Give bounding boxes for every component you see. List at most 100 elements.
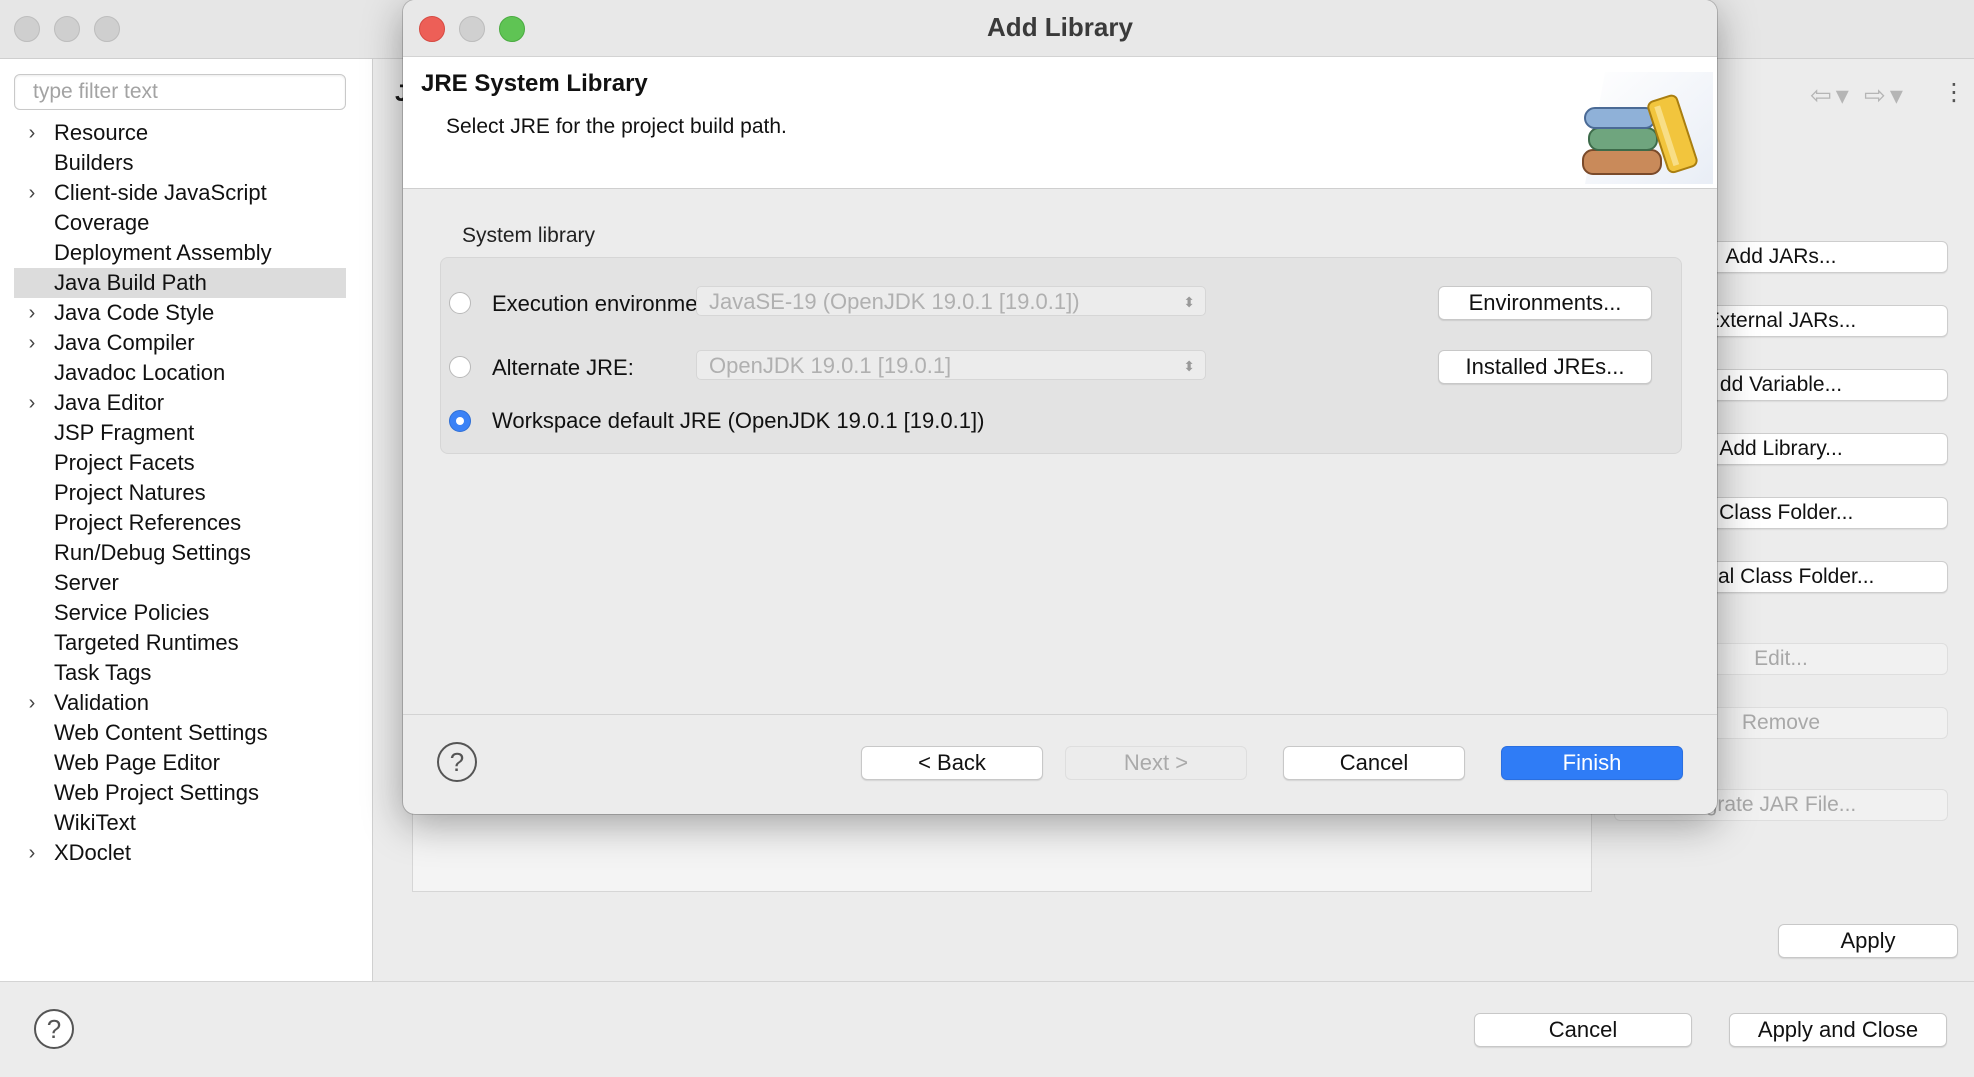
close-dialog-button[interactable] [419,16,445,42]
help-icon[interactable]: ? [34,1009,74,1049]
tree-item[interactable]: › Java Compiler [0,328,372,358]
tree-item-label: XDoclet [54,840,132,865]
tree-item-label: JSP Fragment [54,420,195,445]
tree-item[interactable]: Run/Debug Settings [0,538,372,568]
tree-item[interactable]: › Java Editor [0,388,372,418]
header-title: JRE System Library [421,70,648,97]
next-button[interactable]: Next > [1065,746,1247,780]
tree-item-label: Client-side JavaScript [54,180,267,205]
filter-field[interactable] [14,74,346,110]
tree-item[interactable]: Project Natures [0,478,372,508]
zoom-window-button[interactable] [94,16,120,42]
tree-item-label: Java Code Style [54,300,215,325]
installed-jres-button[interactable]: Installed JREs... [1438,350,1652,384]
close-window-button[interactable] [14,16,40,42]
tree-item[interactable]: › Validation [0,688,372,718]
tree-item[interactable]: Project References [0,508,372,538]
tree-item-label: Web Content Settings [54,720,268,745]
exec-env-value: JavaSE-19 (OpenJDK 19.0.1 [19.0.1]) [709,289,1080,314]
zoom-dialog-button[interactable] [499,16,525,42]
tree-item-label: Project References [54,510,242,535]
tree-item-label: Java Build Path [54,270,207,295]
chevron-right-icon[interactable]: › [22,328,42,358]
tree-item[interactable]: WikiText [0,808,372,838]
tree-item[interactable]: Web Project Settings [0,778,372,808]
tree-item-label: Server [54,570,119,595]
dialog-title: Add Library [987,12,1133,42]
tree-item-label: Java Editor [54,390,165,415]
footer-divider [403,714,1717,715]
apply-and-close-button[interactable]: Apply and Close [1729,1013,1947,1047]
exec-env-radio[interactable] [449,292,471,314]
back-button[interactable]: < Back [861,746,1043,780]
cancel-button[interactable]: Cancel [1283,746,1465,780]
tree-item[interactable]: › XDoclet [0,838,372,868]
tree-item-label: Validation [54,690,149,715]
tree-item[interactable]: › Resource [0,118,372,148]
tree-item[interactable]: Project Facets [0,448,372,478]
exec-env-select[interactable]: JavaSE-19 (OpenJDK 19.0.1 [19.0.1]) ⬍ [696,286,1206,316]
tree-item[interactable]: Server [0,568,372,598]
back-forward-arrows-icon[interactable]: ⇦▾ ⇨▾ [1810,80,1907,111]
minimize-window-button[interactable] [54,16,80,42]
dialog-titlebar: Add Library [403,0,1717,57]
alt-jre-select[interactable]: OpenJDK 19.0.1 [19.0.1] ⬍ [696,350,1206,380]
bottom-bar: ? Cancel Apply and Close [0,981,1974,1077]
finish-button[interactable]: Finish [1501,746,1683,780]
tree-item-label: Run/Debug Settings [54,540,251,565]
workspace-default-label: Workspace default JRE (OpenJDK 19.0.1 [1… [492,408,985,433]
tree-item[interactable]: › Java Code Style [0,298,372,328]
chevron-right-icon[interactable]: › [22,838,42,868]
environments-button[interactable]: Environments... [1438,286,1652,320]
stepper-icon: ⬍ [1183,358,1195,374]
alt-jre-radio[interactable] [449,356,471,378]
tree-item-label: Resource [54,120,149,145]
stepper-icon: ⬍ [1183,294,1195,310]
tree-item-label: Project Facets [54,450,195,475]
minimize-dialog-button[interactable] [459,16,485,42]
alt-jre-label: Alternate JRE: [492,355,634,380]
cancel-button[interactable]: Cancel [1474,1013,1692,1047]
add-library-dialog: Add Library JRE System Library Select JR… [403,0,1717,814]
menu-icon[interactable]: ⋮ [1942,78,1966,107]
chevron-right-icon[interactable]: › [22,298,42,328]
chevron-right-icon[interactable]: › [22,688,42,718]
tree-item[interactable]: Deployment Assembly [0,238,372,268]
tree-item[interactable]: Java Build Path [14,268,346,298]
exec-env-label: Execution environment: [492,291,722,316]
tree-item[interactable]: Service Policies [0,598,372,628]
help-icon[interactable]: ? [437,742,477,782]
tree-item-label: Service Policies [54,600,210,625]
alt-jre-value: OpenJDK 19.0.1 [19.0.1] [709,353,952,378]
tree-item-label: Web Project Settings [54,780,260,805]
tree-item-label: Web Page Editor [54,750,220,775]
tree-item-label: Builders [54,150,134,175]
workspace-default-radio[interactable] [449,410,471,432]
tree-item[interactable]: Task Tags [0,658,372,688]
tree-item[interactable]: Coverage [0,208,372,238]
tree-item[interactable]: JSP Fragment [0,418,372,448]
tree-item-label: Deployment Assembly [54,240,272,265]
property-tree: › Resource Builders › Client-side JavaScript… [0,118,372,868]
tree-item-label: WikiText [54,810,136,835]
tree-item-label: Java Compiler [54,330,195,355]
tree-item[interactable]: Javadoc Location [0,358,372,388]
chevron-right-icon[interactable]: › [22,178,42,208]
header-subtitle: Select JRE for the project build path. [446,115,787,138]
tree-item-label: Coverage [54,210,150,235]
chevron-right-icon[interactable]: › [22,388,42,418]
tree-item-label: Project Natures [54,480,206,505]
tree-item-label: Task Tags [54,660,152,685]
tree-item[interactable]: Web Content Settings [0,718,372,748]
tree-item[interactable]: Targeted Runtimes [0,628,372,658]
library-books-icon [1582,72,1713,184]
tree-item[interactable]: Web Page Editor [0,748,372,778]
tree-item-label: Targeted Runtimes [54,630,239,655]
filter-input[interactable] [31,75,335,109]
apply-button[interactable]: Apply [1778,924,1958,958]
tree-item[interactable]: Builders [0,148,372,178]
tree-item-label: Javadoc Location [54,360,226,385]
chevron-right-icon[interactable]: › [22,118,42,148]
group-label: System library [462,224,596,247]
tree-item[interactable]: › Client-side JavaScript [0,178,372,208]
